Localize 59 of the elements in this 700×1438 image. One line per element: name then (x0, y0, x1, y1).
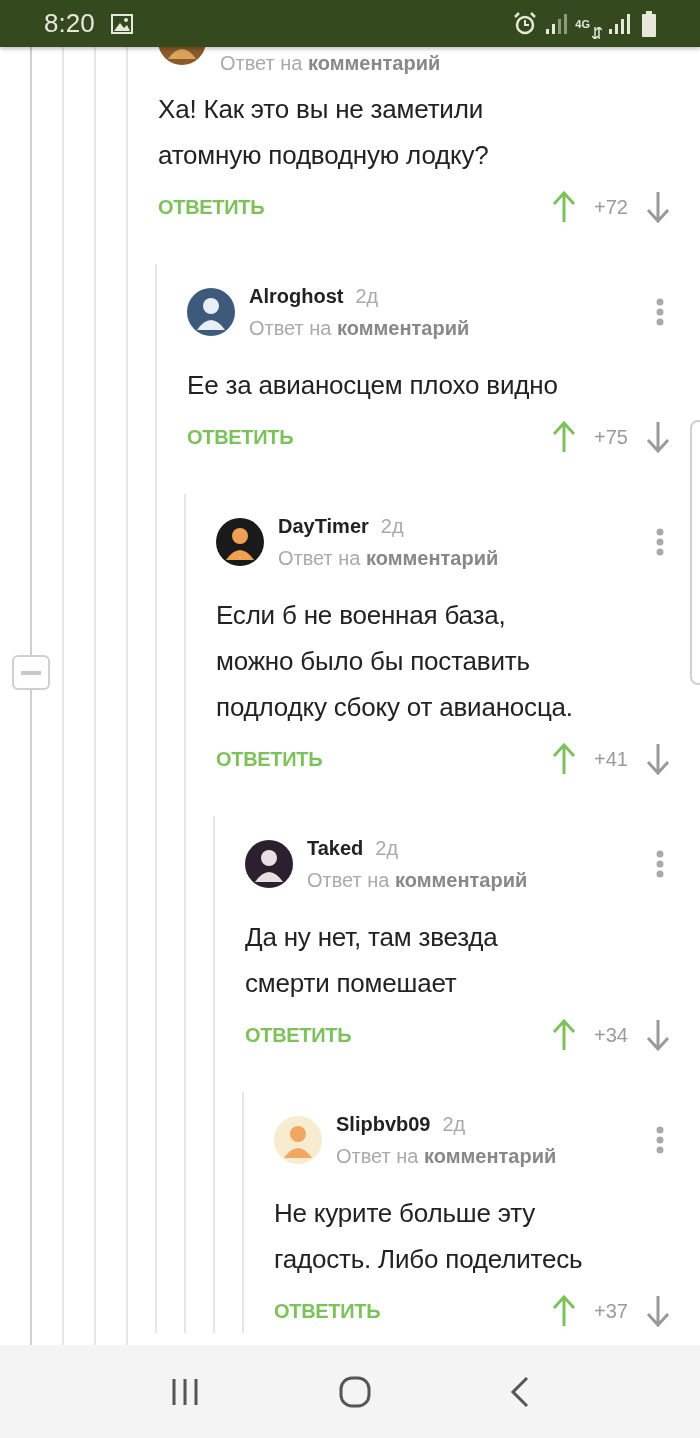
reply-to-label[interactable]: Ответ на комментарий (249, 312, 656, 344)
score: +37 (594, 1299, 628, 1323)
back-icon[interactable] (510, 1375, 531, 1408)
signal-icon (545, 12, 568, 35)
down-arrow-icon[interactable] (646, 743, 670, 775)
down-arrow-icon[interactable] (646, 1019, 670, 1051)
score: +34 (594, 1023, 628, 1047)
data-arrows-icon (592, 27, 602, 39)
up-arrow-icon[interactable] (552, 1019, 577, 1051)
comment-time: 2д (355, 284, 379, 308)
signal-icon (608, 12, 630, 35)
more-icon[interactable] (656, 298, 664, 326)
up-arrow-icon[interactable] (552, 191, 577, 223)
collapse-button[interactable] (12, 655, 50, 690)
battery-icon (642, 10, 656, 37)
comment-text: Да ну нет, там звезда смерти помешает (245, 921, 499, 1000)
avatar (158, 47, 206, 65)
minus-icon (21, 670, 41, 675)
username[interactable]: Slipbvb09 (336, 1112, 431, 1136)
more-icon[interactable] (656, 1126, 664, 1154)
home-icon[interactable] (339, 1375, 371, 1408)
avatar (187, 288, 235, 336)
reply-button[interactable]: ОТВЕТИТЬ (216, 747, 323, 771)
up-arrow-icon[interactable] (552, 743, 577, 775)
comment-text: Ее за авианосцем плохо видно (187, 369, 559, 402)
comment-text: Не курите больше эту гадость. Либо поделитесь (274, 1197, 584, 1276)
network-type: 4G (575, 18, 590, 29)
up-arrow-icon[interactable] (552, 421, 577, 453)
reply-button[interactable]: ОТВЕТИТЬ (274, 1299, 381, 1323)
clock: 8:20 (44, 8, 95, 39)
username[interactable]: DayTimer (278, 514, 369, 538)
reply-to-label[interactable]: Ответ на комментарий (307, 864, 656, 896)
down-arrow-icon[interactable] (646, 421, 670, 453)
username[interactable]: Alroghost (249, 284, 344, 308)
down-arrow-icon[interactable] (646, 1295, 670, 1327)
image-icon (110, 13, 133, 34)
down-arrow-icon[interactable] (646, 191, 670, 223)
reply-button[interactable]: ОТВЕТИТЬ (158, 195, 265, 219)
alarm-icon (513, 11, 538, 36)
up-arrow-icon[interactable] (552, 1295, 577, 1327)
comment-text: Если б не военная база, можно было бы поставить подлодку сбоку от авианосца. (216, 599, 574, 724)
comment-time: 2д (375, 836, 399, 860)
username[interactable]: Taked (307, 836, 364, 860)
comment-time: 2д (442, 1112, 466, 1136)
score: +41 (594, 747, 628, 771)
reply-to-label[interactable]: Ответ на комментарий (278, 542, 656, 574)
reply-button[interactable]: ОТВЕТИТЬ (245, 1023, 352, 1047)
comment-time: 2д (380, 514, 404, 538)
score: +72 (594, 195, 628, 219)
score: +75 (594, 425, 628, 449)
more-icon[interactable] (656, 850, 664, 878)
more-icon[interactable] (656, 528, 664, 556)
reply-to-label[interactable]: Ответ на комментарий (220, 47, 441, 79)
reply-button[interactable]: ОТВЕТИТЬ (187, 425, 294, 449)
comment-text: Ха! Как это вы не заметили атомную подводную лодку? (158, 93, 490, 172)
avatar (274, 1116, 322, 1164)
avatar (245, 840, 293, 888)
avatar (216, 518, 264, 566)
reply-to-label[interactable]: Ответ на комментарий (336, 1140, 656, 1172)
